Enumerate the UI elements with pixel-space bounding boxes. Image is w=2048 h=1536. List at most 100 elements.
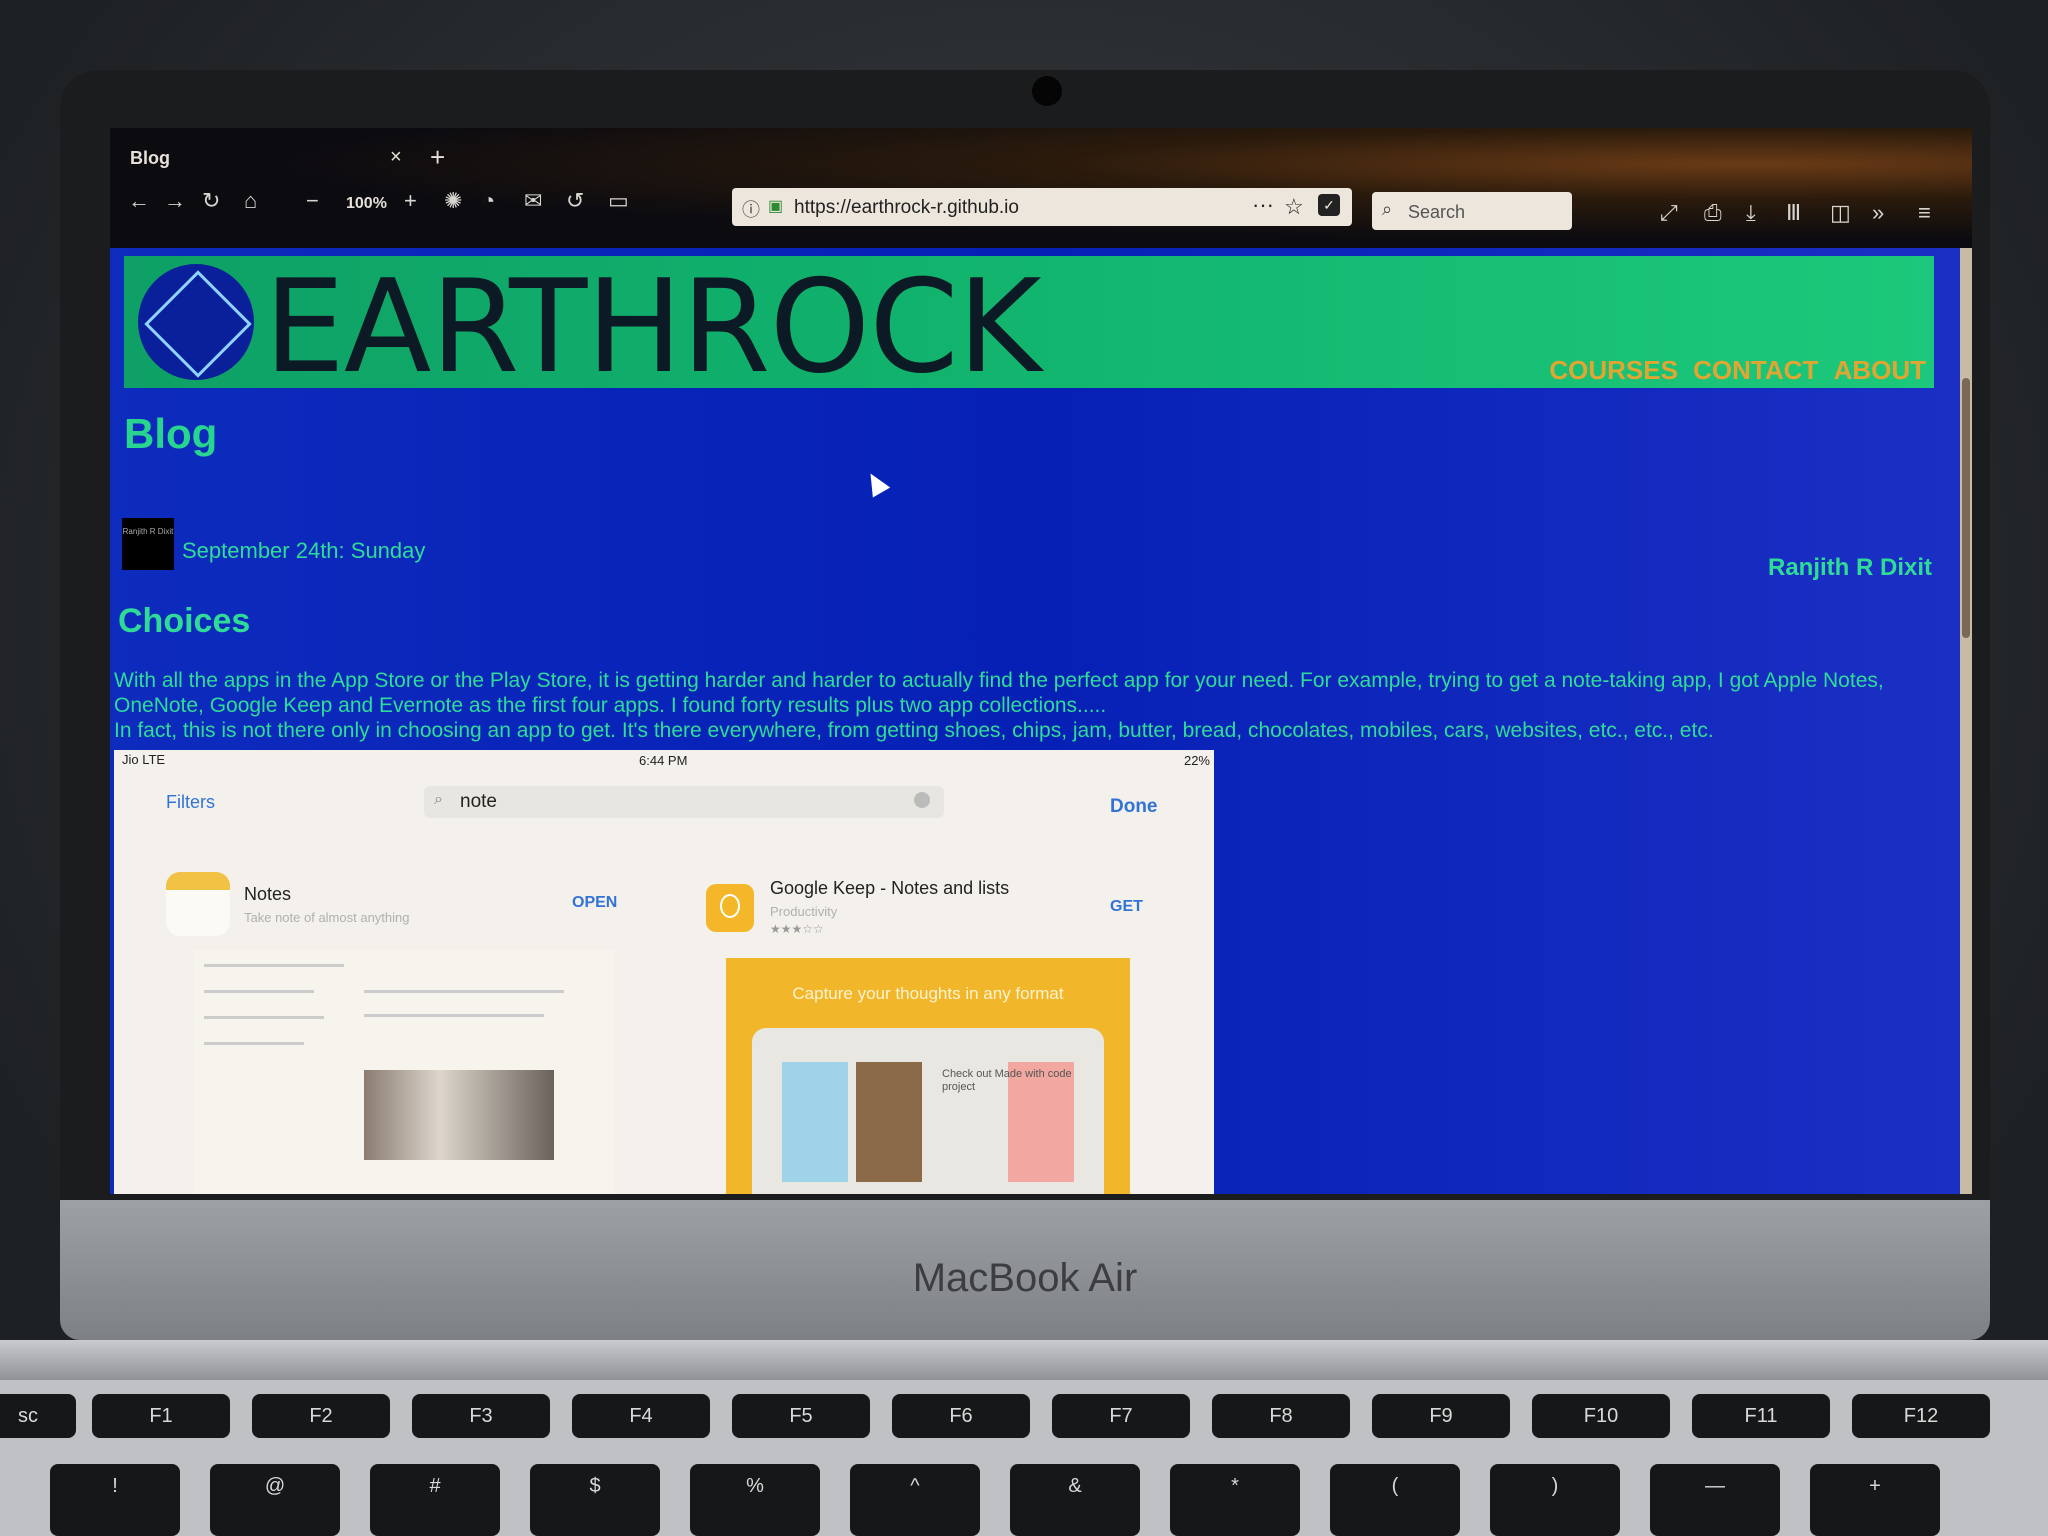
lock-icon: ▣ (768, 198, 784, 215)
zoom-out-icon[interactable]: − (306, 188, 319, 214)
search-input[interactable]: ⌕ Search (1372, 192, 1572, 230)
reload-icon[interactable]: ↻ (202, 188, 220, 214)
key-4: $ (530, 1464, 660, 1536)
rating-stars: ★★★☆☆ (770, 922, 824, 936)
post-body: With all the apps in the App Store or th… (114, 668, 1934, 743)
filters-button: Filters (166, 792, 215, 812)
preview-line (204, 1042, 304, 1045)
post-paragraph-2: In fact, this is not there only in choos… (114, 719, 1714, 742)
status-time: 6:44 PM (639, 753, 688, 768)
key-8: * (1170, 1464, 1300, 1536)
more-icon[interactable]: ··· (1252, 192, 1274, 218)
keyboard: sc F1 F2 F3 F4 F5 F6 F7 F8 F9 F10 F11 F1… (0, 1380, 2048, 1536)
preview-line (204, 964, 344, 967)
ios-status-bar: Jio LTE 6:44 PM 22% (114, 750, 1214, 770)
key-esc: sc (0, 1394, 76, 1438)
settings-icon[interactable]: ✺ (444, 188, 462, 214)
clear-icon (914, 792, 930, 808)
preview-line (204, 1016, 324, 1019)
new-tab-button[interactable]: + (430, 142, 445, 173)
post-author: Ranjith R Dixit (1767, 554, 1932, 581)
site-nav: COURSES CONTACT ABOUT (1541, 355, 1926, 386)
app-search-value: note (460, 791, 497, 812)
logo-diamond-icon (144, 270, 252, 378)
preview-line (204, 990, 314, 993)
note-card (856, 1062, 922, 1182)
library-icon[interactable]: Ⅲ (1786, 200, 1801, 226)
app-name: Notes (244, 884, 292, 904)
pocket-icon[interactable]: ✓ (1318, 194, 1340, 216)
nav-contact[interactable]: CONTACT (1693, 355, 1818, 385)
key-f12: F12 (1852, 1394, 1990, 1438)
laptop-screen: Blog × + ← → ↻ ⌂ − 100% + ✺ ◔ ✉ ↺ ▭ ⓘ ▣ … (110, 128, 1972, 1194)
battery-label: 22% (1183, 753, 1210, 768)
keep-app-icon (706, 884, 754, 932)
key-f4: F4 (572, 1394, 710, 1438)
scrollbar-thumb[interactable] (1962, 378, 1970, 638)
key-f3: F3 (412, 1394, 550, 1438)
nav-about[interactable]: ABOUT (1834, 355, 1926, 385)
key-5: % (690, 1464, 820, 1536)
embedded-screenshot: Jio LTE 6:44 PM 22% Filters ⌕ note Done … (114, 750, 1214, 1194)
key-f2: F2 (252, 1394, 390, 1438)
avatar: Ranjith R Dixit (122, 518, 174, 570)
post-title: Choices (118, 602, 251, 640)
key-f10: F10 (1532, 1394, 1670, 1438)
key-f7: F7 (1052, 1394, 1190, 1438)
folder-icon[interactable]: ▭ (608, 188, 629, 214)
app-subtitle: Productivity (770, 904, 838, 919)
menu-icon[interactable]: ≡ (1918, 200, 1931, 226)
home-icon[interactable]: ⌂ (244, 188, 257, 214)
keep-promo-card: Capture your thoughts in any format Chec… (726, 958, 1130, 1194)
screenshot-icon[interactable]: ◔ (482, 188, 495, 214)
webcam (1032, 76, 1062, 106)
keep-caption: Capture your thoughts in any format (792, 984, 1064, 1003)
sidebar-icon[interactable]: ◫ (1830, 200, 1851, 226)
tab-title[interactable]: Blog (130, 148, 170, 169)
laptop-chin: MacBook Air (60, 1200, 1990, 1340)
mouse-cursor-icon (861, 468, 891, 498)
overflow-icon[interactable]: » (1872, 200, 1884, 226)
post-date: September 24th: Sunday (182, 538, 426, 563)
back-icon[interactable]: ← (128, 188, 150, 214)
tablet-mockup: Check out Made with code project (752, 1028, 1104, 1194)
note-text: Check out Made with code project (942, 1068, 1072, 1093)
url-bar[interactable]: ⓘ ▣ https://earthrock-r.github.io ··· ☆ … (732, 188, 1352, 226)
zoom-in-icon[interactable]: + (404, 188, 417, 214)
web-page: EARTHROCK COURSES CONTACT ABOUT Blog Ran… (110, 248, 1960, 1194)
key-1: ! (50, 1464, 180, 1536)
key-f5: F5 (732, 1394, 870, 1438)
browser-toolbar: Blog × + ← → ↻ ⌂ − 100% + ✺ ◔ ✉ ↺ ▭ ⓘ ▣ … (110, 128, 1972, 248)
bookmark-star-icon[interactable]: ☆ (1284, 194, 1304, 220)
photo-background: Blog × + ← → ↻ ⌂ − 100% + ✺ ◔ ✉ ↺ ▭ ⓘ ▣ … (0, 0, 2048, 1536)
print-icon[interactable]: ⎙ (1704, 200, 1722, 226)
search-icon: ⌕ (434, 791, 443, 808)
preview-line (364, 1014, 544, 1017)
scrollbar[interactable] (1960, 248, 1972, 1194)
key-plus: + (1810, 1464, 1940, 1536)
zoom-level[interactable]: 100% (346, 195, 387, 213)
history-icon[interactable]: ↺ (566, 188, 584, 214)
bulb-icon (720, 894, 740, 918)
key-2: @ (210, 1464, 340, 1536)
done-button: Done (1110, 796, 1158, 817)
notes-preview-image (194, 950, 614, 1194)
key-f8: F8 (1212, 1394, 1350, 1438)
site-title: EARTHROCK (264, 253, 1041, 402)
post-paragraph-1: With all the apps in the App Store or th… (114, 669, 1884, 717)
site-logo[interactable] (138, 264, 254, 380)
app-subtitle: Take note of almost anything (244, 910, 410, 925)
download-icon[interactable]: ⤓ (1746, 200, 1756, 226)
key-9: ( (1330, 1464, 1460, 1536)
kitchen-photo (364, 1070, 554, 1160)
notes-app-icon (166, 872, 230, 936)
nav-courses[interactable]: COURSES (1549, 355, 1678, 385)
tab-close-button[interactable]: × (390, 146, 402, 169)
info-icon[interactable]: ⓘ (742, 196, 760, 222)
key-f1: F1 (92, 1394, 230, 1438)
note-card (782, 1062, 848, 1182)
fullscreen-icon[interactable]: ⤢ (1660, 200, 1678, 226)
email-icon[interactable]: ✉ (524, 188, 542, 214)
forward-icon[interactable]: → (164, 188, 186, 214)
url-text[interactable]: https://earthrock-r.github.io (794, 197, 1019, 219)
